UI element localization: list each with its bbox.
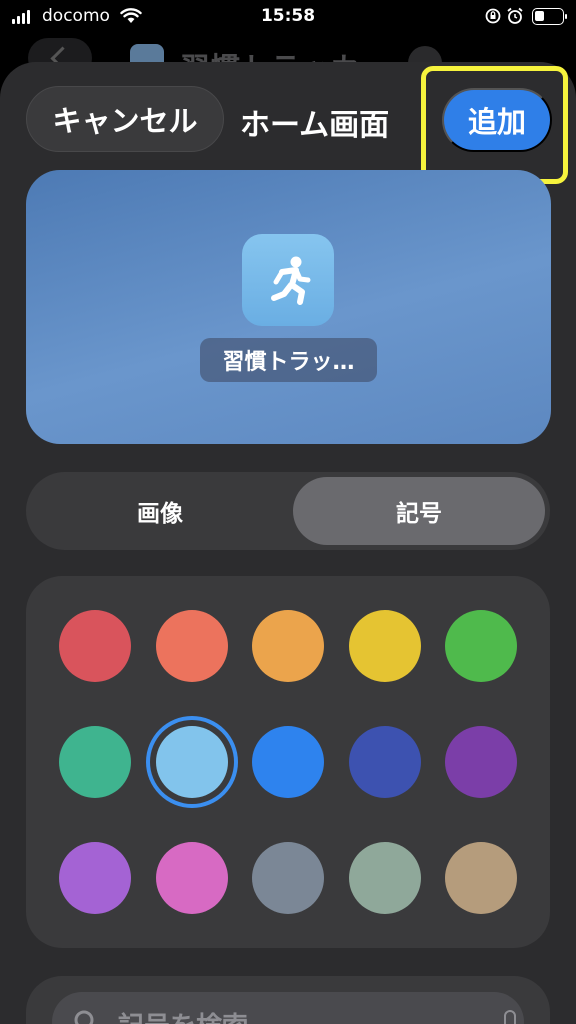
status-bar: docomo 15:58 — [0, 0, 576, 34]
microphone-icon[interactable] — [504, 1010, 516, 1024]
search-placeholder: 記号を検索 — [118, 1006, 248, 1024]
tab-image[interactable]: 画像 — [32, 477, 288, 545]
highlight-box — [421, 66, 568, 184]
color-swatch-tan[interactable] — [445, 842, 517, 914]
app-name-label: 習慣トラッ… — [200, 338, 377, 382]
color-swatch-red[interactable] — [59, 610, 131, 682]
sheet-title: ホーム画面 — [240, 108, 390, 143]
color-swatch-pink[interactable] — [155, 842, 228, 914]
color-swatch-purple[interactable] — [445, 726, 517, 798]
color-swatch-violet[interactable] — [59, 842, 131, 914]
color-swatch-blue[interactable] — [252, 726, 324, 798]
running-person-icon — [242, 234, 334, 326]
symbol-search-input[interactable]: 記号を検索 — [52, 992, 524, 1024]
color-swatch-indigo[interactable] — [348, 726, 421, 798]
color-swatch-gray[interactable] — [252, 842, 324, 914]
color-picker — [26, 576, 550, 948]
color-swatch-sage[interactable] — [348, 842, 421, 914]
color-swatch-light-blue[interactable] — [155, 726, 228, 798]
symbol-search-panel: 記号を検索 — [26, 976, 550, 1024]
color-swatch-green[interactable] — [445, 610, 517, 682]
color-swatch-yellow[interactable] — [348, 610, 421, 682]
home-screen-preview: 習慣トラッ… — [26, 170, 551, 444]
color-swatch-coral[interactable] — [155, 610, 228, 682]
cancel-button[interactable]: キャンセル — [26, 86, 224, 152]
search-icon — [74, 1010, 94, 1024]
icon-type-segmented-control: 画像 記号 — [26, 472, 550, 550]
tab-symbol[interactable]: 記号 — [293, 477, 545, 545]
alarm-icon — [507, 7, 523, 24]
rotation-lock-icon — [485, 8, 501, 24]
color-swatch-teal[interactable] — [59, 726, 131, 798]
color-swatch-orange[interactable] — [252, 610, 324, 682]
battery-icon — [532, 8, 567, 25]
